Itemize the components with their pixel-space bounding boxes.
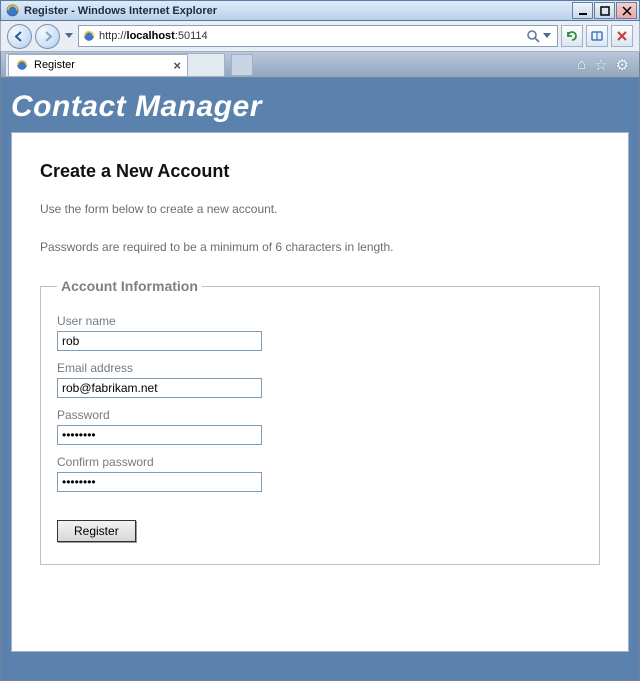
address-text: http://localhost:50114: [99, 30, 522, 42]
account-info-fieldset: Account Information User name Email addr…: [40, 278, 600, 565]
help-text-2: Passwords are required to be a minimum o…: [40, 240, 600, 254]
help-text-1: Use the form below to create a new accou…: [40, 202, 600, 216]
register-button[interactable]: [57, 520, 136, 542]
fieldset-legend: Account Information: [57, 278, 202, 294]
address-bar[interactable]: http://localhost:50114: [78, 25, 558, 47]
confirm-password-input[interactable]: [57, 472, 262, 492]
url-rest: :50114: [175, 30, 208, 42]
page-background: Contact Manager Create a New Account Use…: [1, 78, 639, 680]
refresh-button[interactable]: [561, 25, 583, 47]
tab-label: Register: [34, 59, 75, 71]
window-titlebar: Register - Windows Internet Explorer: [0, 0, 640, 21]
username-label: User name: [57, 314, 583, 328]
close-button[interactable]: [616, 2, 637, 19]
minimize-button[interactable]: [572, 2, 593, 19]
email-input[interactable]: [57, 378, 262, 398]
ie-logo-icon: [5, 3, 20, 18]
email-label: Email address: [57, 361, 583, 375]
password-input[interactable]: [57, 425, 262, 445]
stop-button[interactable]: [611, 25, 633, 47]
confirm-password-label: Confirm password: [57, 455, 583, 469]
window-title: Register - Windows Internet Explorer: [24, 5, 571, 17]
address-dropdown[interactable]: [540, 24, 554, 49]
url-host: localhost: [127, 30, 175, 42]
history-dropdown[interactable]: [63, 24, 75, 49]
compat-view-button[interactable]: [586, 25, 608, 47]
navigation-toolbar: http://localhost:50114: [0, 21, 640, 52]
home-icon[interactable]: ⌂: [577, 56, 586, 73]
tools-gear-icon[interactable]: ⚙: [616, 56, 629, 74]
username-input[interactable]: [57, 331, 262, 351]
page-heading: Create a New Account: [40, 161, 600, 182]
page-icon: [82, 29, 96, 43]
client-area: Contact Manager Create a New Account Use…: [0, 78, 640, 681]
url-scheme: http://: [99, 30, 127, 42]
forward-button[interactable]: [35, 24, 60, 49]
tab-strip: Register ×: [5, 53, 225, 77]
tab-favicon-icon: [15, 58, 29, 72]
site-banner: Contact Manager: [11, 86, 629, 132]
new-tab-button[interactable]: [231, 54, 253, 76]
password-label: Password: [57, 408, 583, 422]
chrome-right-icons: ⌂ ☆ ⚙: [571, 53, 635, 77]
maximize-button[interactable]: [594, 2, 615, 19]
tab-bar: Register × ⌂ ☆ ⚙: [0, 52, 640, 78]
content-card: Create a New Account Use the form below …: [11, 132, 629, 652]
favorites-icon[interactable]: ☆: [594, 56, 607, 74]
tab-close-icon[interactable]: ×: [173, 58, 181, 73]
back-button[interactable]: [7, 24, 32, 49]
search-icon[interactable]: [526, 29, 540, 43]
tab-register[interactable]: Register ×: [8, 54, 188, 76]
